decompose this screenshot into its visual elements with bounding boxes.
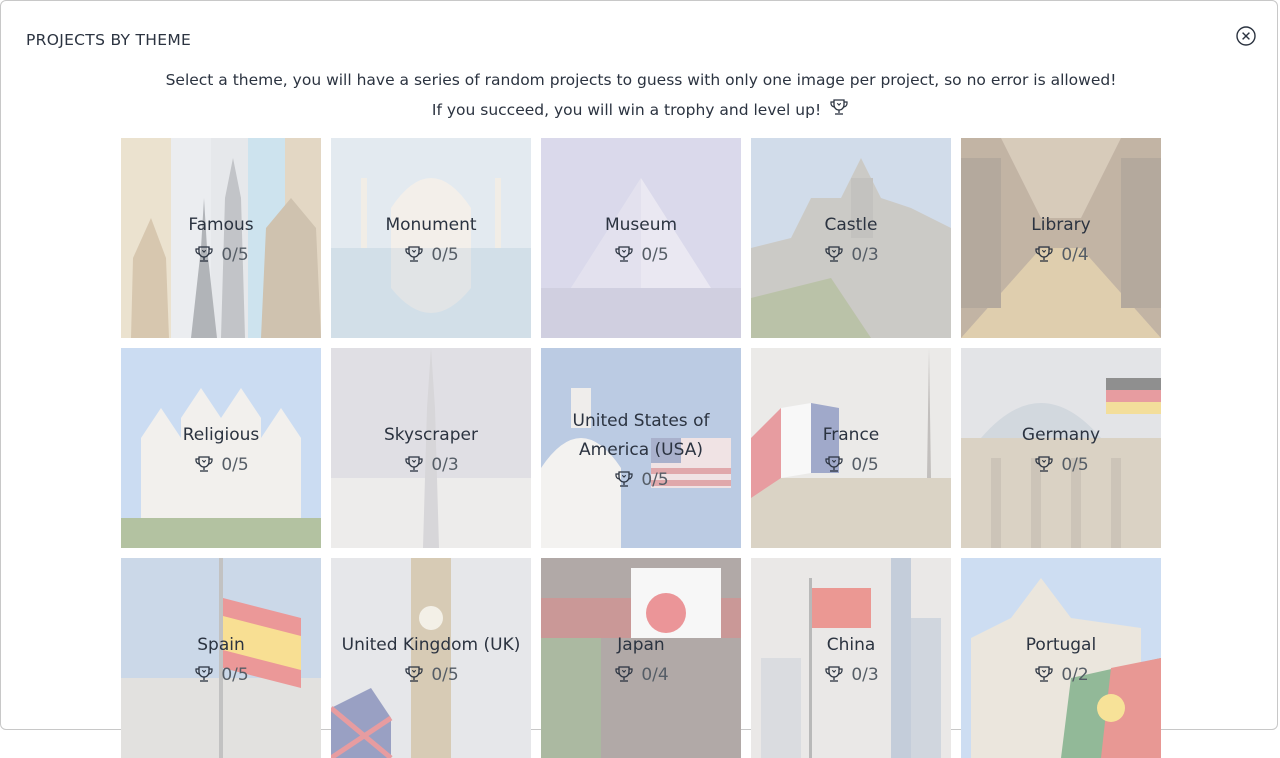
theme-name: Japan — [617, 635, 665, 655]
theme-name: Museum — [604, 215, 678, 235]
theme-card-japan[interactable]: Japan 0/4 — [541, 558, 741, 758]
theme-card-germany[interactable]: Germany 0/5 — [961, 348, 1161, 548]
theme-score: 0/5 — [613, 469, 669, 490]
theme-card-spain[interactable]: Spain 0/5 — [121, 558, 321, 758]
theme-score-value: 0/5 — [851, 455, 879, 475]
themes-modal: PROJECTS BY THEME Select a theme, you wi… — [0, 0, 1280, 758]
theme-score-value: 0/5 — [431, 665, 459, 685]
tile-info: Spain 0/5 — [121, 558, 321, 758]
theme-score-value: 0/3 — [851, 665, 879, 685]
theme-name: Famous — [188, 215, 254, 235]
tile-info: China 0/3 — [751, 558, 951, 758]
theme-card-famous[interactable]: Famous 0/5 — [121, 138, 321, 338]
trophy-icon — [615, 246, 633, 262]
theme-score-value: 0/5 — [221, 665, 249, 685]
theme-score-value: 0/4 — [641, 665, 669, 685]
tile-info: Japan 0/4 — [541, 558, 741, 758]
trophy-icon — [405, 666, 423, 682]
trophy-icon — [1035, 456, 1053, 472]
theme-score: 0/5 — [823, 455, 879, 475]
theme-card-museum[interactable]: Museum 0/5 — [541, 138, 741, 338]
theme-name: China — [826, 635, 876, 655]
theme-score-value: 0/2 — [1061, 665, 1089, 685]
theme-card-castle[interactable]: Castle 0/3 — [751, 138, 951, 338]
theme-score-value: 0/3 — [851, 245, 879, 265]
theme-name: Monument — [385, 215, 477, 235]
theme-name: Spain — [197, 635, 245, 655]
theme-score: 0/4 — [613, 665, 669, 685]
theme-score: 0/5 — [193, 245, 249, 265]
trophy-icon — [615, 470, 633, 487]
trophy-icon — [1035, 666, 1053, 682]
tile-info: Castle 0/3 — [751, 138, 951, 338]
trophy-icon — [405, 456, 423, 472]
theme-card-china[interactable]: China 0/3 — [751, 558, 951, 758]
theme-name: Castle — [824, 215, 878, 235]
theme-card-religious[interactable]: Religious 0/5 — [121, 348, 321, 548]
tile-info: Germany 0/5 — [961, 348, 1161, 548]
theme-score: 0/5 — [193, 665, 249, 685]
trophy-icon — [195, 456, 213, 472]
theme-score: 0/3 — [823, 245, 879, 265]
theme-score: 0/5 — [403, 245, 459, 265]
trophy-icon — [825, 666, 843, 682]
trophy-icon — [405, 246, 423, 262]
theme-score-value: 0/5 — [431, 245, 459, 265]
trophy-icon — [825, 246, 843, 262]
trophy-icon — [195, 246, 213, 262]
theme-score: 0/5 — [403, 665, 459, 685]
close-circle-icon[interactable] — [1235, 25, 1257, 47]
close-button[interactable] — [1235, 25, 1257, 47]
theme-score: 0/3 — [823, 665, 879, 685]
theme-name: Portugal — [1025, 635, 1097, 655]
modal-title: PROJECTS BY THEME — [26, 31, 192, 49]
trophy-icon — [828, 98, 850, 122]
theme-score-value: 0/5 — [221, 455, 249, 475]
theme-score: 0/5 — [1033, 455, 1089, 475]
theme-score: 0/3 — [403, 455, 459, 475]
theme-score-value: 0/4 — [1061, 245, 1089, 265]
tile-info: France 0/5 — [751, 348, 951, 548]
tile-info: United States of America (USA) 0/5 — [541, 348, 741, 548]
theme-name: France — [822, 425, 880, 445]
theme-card-portugal[interactable]: Portugal 0/2 — [961, 558, 1161, 758]
theme-name: Religious — [182, 425, 260, 445]
theme-score-value: 0/3 — [431, 455, 459, 475]
theme-score-value: 0/5 — [641, 245, 669, 265]
intro-text-line2-wrap: If you succeed, you will win a trophy an… — [1, 98, 1280, 122]
theme-name: United Kingdom (UK) — [341, 635, 521, 655]
theme-card-monument[interactable]: Monument 0/5 — [331, 138, 531, 338]
themes-grid: Famous 0/5 Monument 0/5 Museum 0/5 Castl… — [121, 138, 1161, 758]
theme-name: Skyscraper — [384, 425, 478, 445]
tile-info: Library 0/4 — [961, 138, 1161, 338]
theme-card-library[interactable]: Library 0/4 — [961, 138, 1161, 338]
theme-score-value: 0/5 — [221, 245, 249, 265]
tile-info: United Kingdom (UK) 0/5 — [331, 558, 531, 758]
theme-name: United States of America (USA) — [572, 410, 710, 460]
theme-card-uk[interactable]: United Kingdom (UK) 0/5 — [331, 558, 531, 758]
trophy-icon — [615, 666, 633, 682]
theme-score: 0/2 — [1033, 665, 1089, 685]
tile-info: Museum 0/5 — [541, 138, 741, 338]
trophy-icon — [195, 666, 213, 682]
trophy-icon — [1035, 246, 1053, 262]
theme-score-value: 0/5 — [641, 469, 669, 490]
theme-score: 0/5 — [613, 245, 669, 265]
theme-score-value: 0/5 — [1061, 455, 1089, 475]
trophy-icon — [825, 456, 843, 472]
theme-name: Library — [1031, 215, 1091, 235]
theme-card-usa[interactable]: United States of America (USA) 0/5 — [541, 348, 741, 548]
tile-info: Religious 0/5 — [121, 348, 321, 548]
tile-info: Skyscraper 0/3 — [331, 348, 531, 548]
theme-score: 0/5 — [193, 455, 249, 475]
intro-text-line1: Select a theme, you will have a series o… — [165, 71, 1117, 89]
theme-card-france[interactable]: France 0/5 — [751, 348, 951, 548]
theme-name: Germany — [1021, 425, 1101, 445]
tile-info: Portugal 0/2 — [961, 558, 1161, 758]
theme-card-skyscraper[interactable]: Skyscraper 0/3 — [331, 348, 531, 548]
theme-score: 0/4 — [1033, 245, 1089, 265]
tile-info: Famous 0/5 — [121, 138, 321, 338]
intro-text-line2: If you succeed, you will win a trophy an… — [431, 101, 822, 119]
tile-info: Monument 0/5 — [331, 138, 531, 338]
